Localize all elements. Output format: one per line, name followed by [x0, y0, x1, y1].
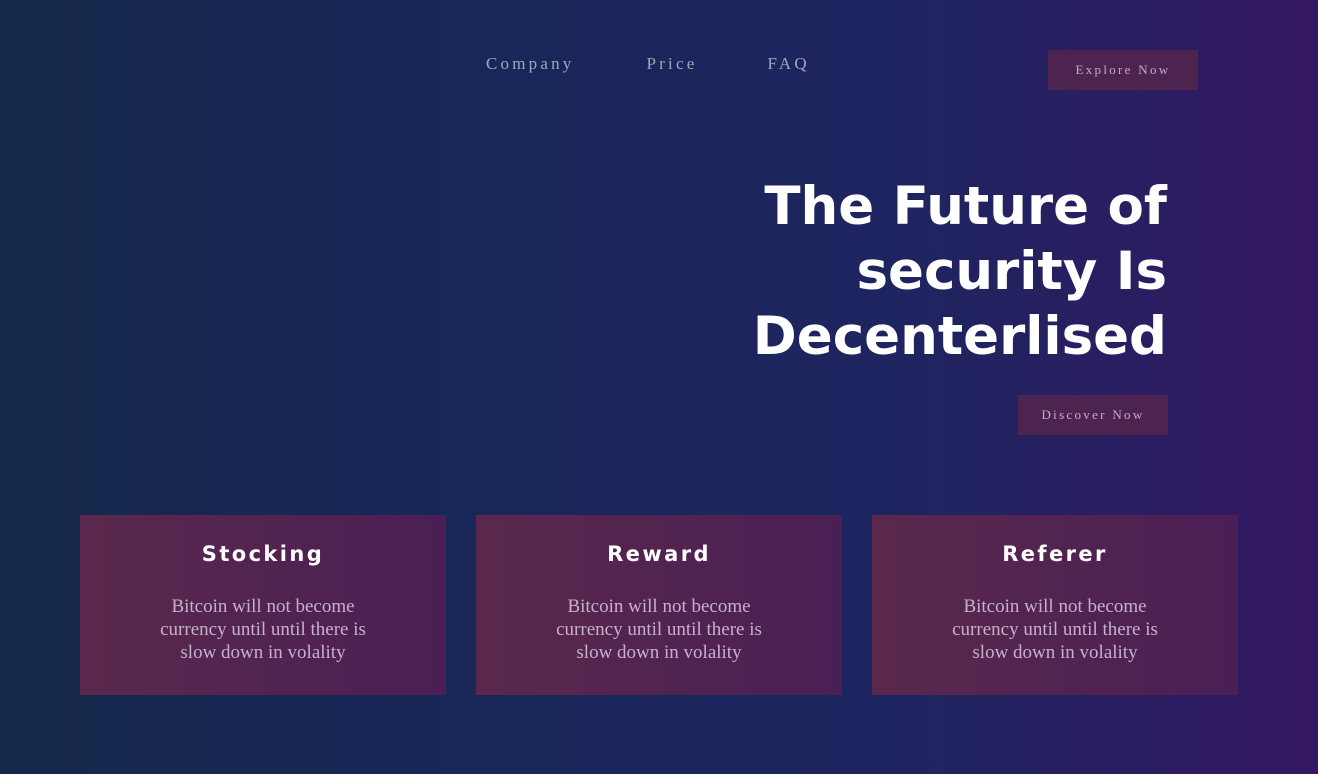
- card-description: Bitcoin will not become currency until u…: [952, 596, 1158, 663]
- nav-link-company[interactable]: Company: [486, 54, 575, 74]
- discover-now-button[interactable]: Discover Now: [1018, 395, 1168, 435]
- card-title: Referer: [1002, 542, 1108, 566]
- feature-cards: Stocking Bitcoin will not become currenc…: [80, 515, 1238, 695]
- nav-link-faq[interactable]: FAQ: [767, 54, 809, 74]
- card-title: Reward: [607, 542, 711, 566]
- hero-title: The Future of security Is Decenterlised: [752, 176, 1167, 367]
- explore-now-button[interactable]: Explore Now: [1048, 50, 1198, 90]
- card-description: Bitcoin will not become currency until u…: [556, 596, 762, 663]
- feature-card-reward: Reward Bitcoin will not become currency …: [476, 515, 842, 695]
- main-nav: Company Price FAQ: [486, 54, 810, 74]
- feature-card-stocking: Stocking Bitcoin will not become currenc…: [80, 515, 446, 695]
- nav-link-price[interactable]: Price: [647, 54, 698, 74]
- feature-card-referer: Referer Bitcoin will not become currency…: [872, 515, 1238, 695]
- card-description: Bitcoin will not become currency until u…: [160, 596, 366, 663]
- card-title: Stocking: [201, 542, 325, 566]
